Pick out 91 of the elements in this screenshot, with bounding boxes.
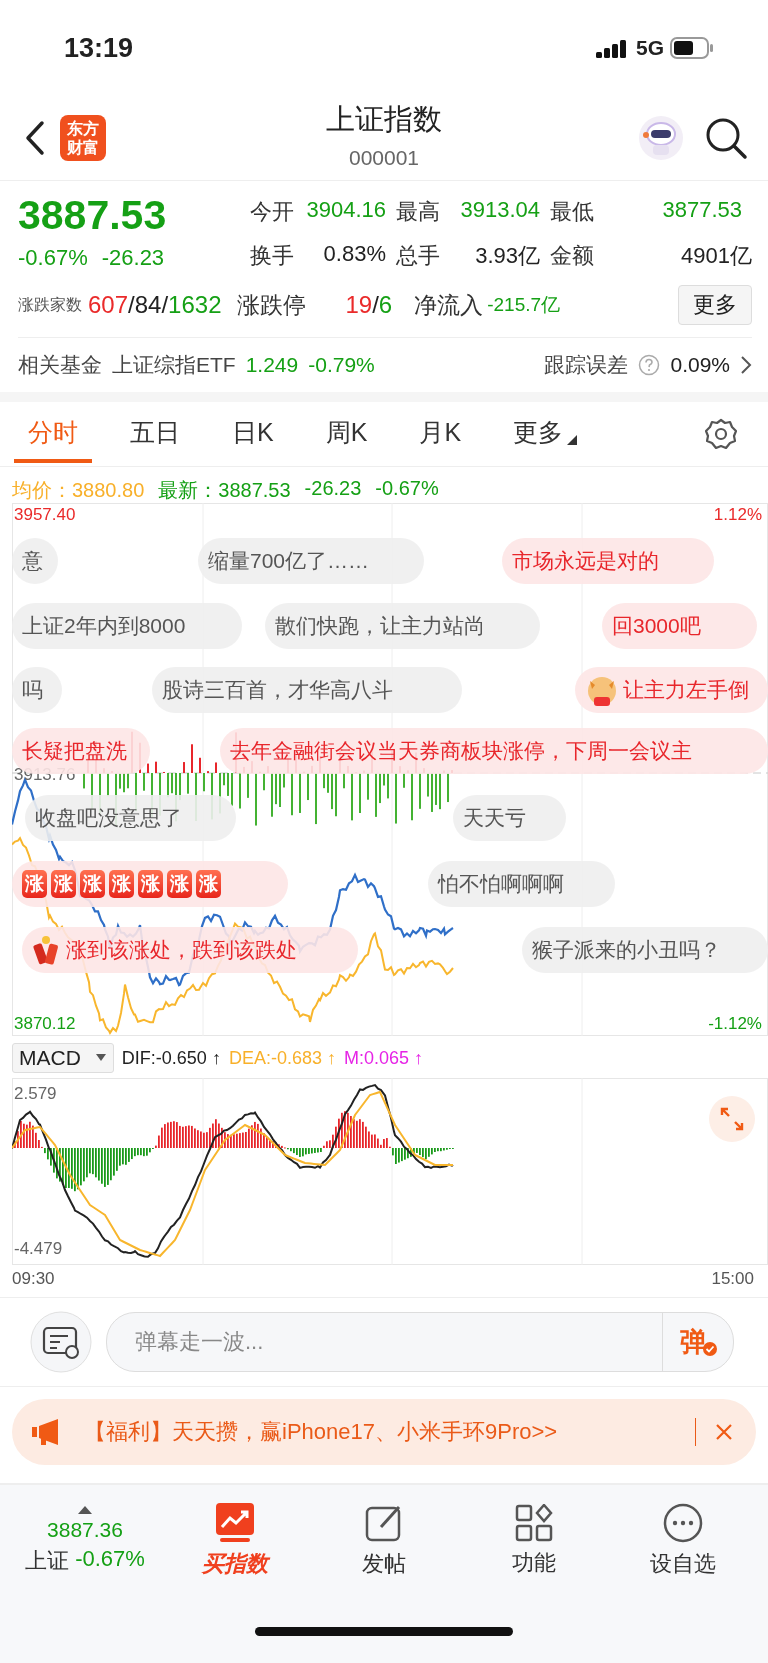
nav-item[interactable]: 买指数 [160, 1502, 310, 1580]
danmaku-text: 去年金融街会议当天券商板块涨停，下周一会议主 [230, 738, 692, 764]
chart-tab[interactable]: 五日 [116, 405, 194, 463]
current-price: 3887.53 [18, 191, 168, 239]
rise-badge: 涨 [22, 870, 47, 898]
nav-item[interactable]: 设自选 [608, 1502, 758, 1580]
stat-label: 换手 [250, 242, 295, 270]
stat-label: 最低 [550, 198, 595, 226]
unchanged-count: 84 [134, 291, 162, 319]
separator: / [128, 291, 135, 319]
fund-price: 1.249 [245, 353, 299, 377]
limit-up-count: 19 [345, 291, 373, 319]
limit-label: 涨跌停 [237, 290, 308, 320]
macd-value: M:0.065 ↑ [343, 1047, 423, 1069]
change-value: -26.23 [101, 245, 165, 271]
time-label: 15:00 [711, 1269, 754, 1290]
fund-name[interactable]: 上证综指ETF [112, 351, 236, 379]
rise-badge: 涨 [109, 870, 134, 898]
page-title: 上证指数 [326, 102, 442, 137]
stat-label: 总手 [396, 242, 441, 270]
danmaku-text: 长疑把盘洗 [22, 738, 127, 764]
stat-value: 3904.16 [305, 197, 387, 224]
axis-label: 3913.76 [14, 765, 76, 785]
decliners-count: 1632 [168, 291, 222, 319]
latest-change: -26.23 [304, 477, 362, 499]
fund-label: 相关基金 [18, 352, 102, 378]
danmaku-text: 回3000吧 [612, 613, 701, 639]
dif-value: DIF:-0.650 ↑ [121, 1047, 221, 1069]
danmaku-text: 缩量700亿了…… [208, 548, 370, 574]
separator: / [372, 291, 379, 319]
axis-label: 3957.40 [14, 505, 76, 525]
rise-badge: 涨 [196, 870, 221, 898]
axis-label: 2.579 [14, 1084, 57, 1104]
dea-value: DEA:-0.683 ↑ [228, 1047, 336, 1069]
index-change: -0.67% [75, 1546, 145, 1573]
axis-label: -4.479 [14, 1239, 63, 1259]
stat-value: 0.83% [322, 241, 387, 268]
time-label: 09:30 [12, 1269, 55, 1290]
index-name: 上证 [25, 1547, 70, 1575]
stat-value: 4901亿 [680, 242, 752, 270]
danmaku-text: 天天亏 [463, 805, 526, 831]
fund-change: -0.79% [308, 353, 375, 377]
change-percent: -0.67% [18, 245, 88, 271]
separator: / [161, 291, 169, 319]
latest-change-percent: -0.67% [375, 477, 439, 499]
app-logo: 东方 财富 [60, 115, 106, 161]
inflow-label: 净流入 [414, 290, 484, 320]
danmaku-text: 意 [22, 548, 43, 574]
danmaku-text: 让主力左手倒 [623, 677, 749, 703]
danmaku-text: 怕不怕啊啊啊 [438, 871, 564, 897]
nav-item[interactable]: 发帖 [309, 1502, 459, 1580]
tracking-error-value: 0.09% [670, 353, 730, 377]
danmaku-text: 散们快跑，让主力站尚 [275, 613, 485, 639]
stat-value: 3913.04 [459, 197, 541, 224]
stat-value: 3877.53 [661, 197, 743, 224]
stat-label: 金额 [550, 242, 595, 270]
stat-value: 3.93亿 [474, 242, 541, 270]
tracking-error-label: 跟踪误差 [544, 352, 629, 378]
advancers-count: 607 [88, 291, 129, 319]
nav-item[interactable]: 功能 [459, 1503, 609, 1579]
danmaku-text: 猴子派来的小丑吗？ [532, 937, 721, 963]
status-time: 13:19 [64, 32, 134, 64]
danmaku-text: 上证2年内到8000 [22, 613, 186, 639]
rise-badge: 涨 [138, 870, 163, 898]
stock-code: 000001 [348, 146, 420, 170]
danmaku-text: 涨到该涨处，跌到该跌处 [66, 937, 297, 963]
danmaku-text: 股诗三百首，才华高八斗 [162, 677, 393, 703]
breadth-label: 涨跌家数 [18, 294, 82, 315]
rise-badge: 涨 [167, 870, 192, 898]
danmaku-text: 收盘吧没意思了 [35, 805, 182, 831]
more-dropdown[interactable]: 更多 [499, 405, 592, 463]
latest-price-label: 最新：3887.53 [158, 478, 291, 499]
limit-down-count: 6 [378, 291, 393, 319]
axis-label: -1.12% [708, 1014, 762, 1034]
chart-tab[interactable]: 月K [405, 405, 476, 463]
indicator-selector[interactable]: MACD [12, 1043, 114, 1073]
average-price-label: 均价：3880.80 [12, 478, 145, 499]
more-button[interactable]: 更多 [678, 285, 752, 325]
inflow-value: -215.7亿 [487, 293, 561, 317]
chart-tab[interactable]: 日K [218, 405, 288, 463]
network-label: 5G [636, 36, 664, 60]
danmaku-text: 吗 [22, 677, 43, 703]
index-price: 3887.36 [47, 1518, 123, 1542]
chart-tab[interactable]: 周K [311, 405, 382, 463]
danmaku-text: 市场永远是对的 [512, 548, 659, 574]
axis-label: 3870.12 [14, 1014, 76, 1034]
stat-label: 最高 [396, 198, 441, 226]
stat-label: 今开 [250, 198, 295, 226]
rise-badge: 涨 [80, 870, 105, 898]
rise-badge: 涨 [51, 870, 76, 898]
axis-label: 1.12% [713, 505, 762, 525]
